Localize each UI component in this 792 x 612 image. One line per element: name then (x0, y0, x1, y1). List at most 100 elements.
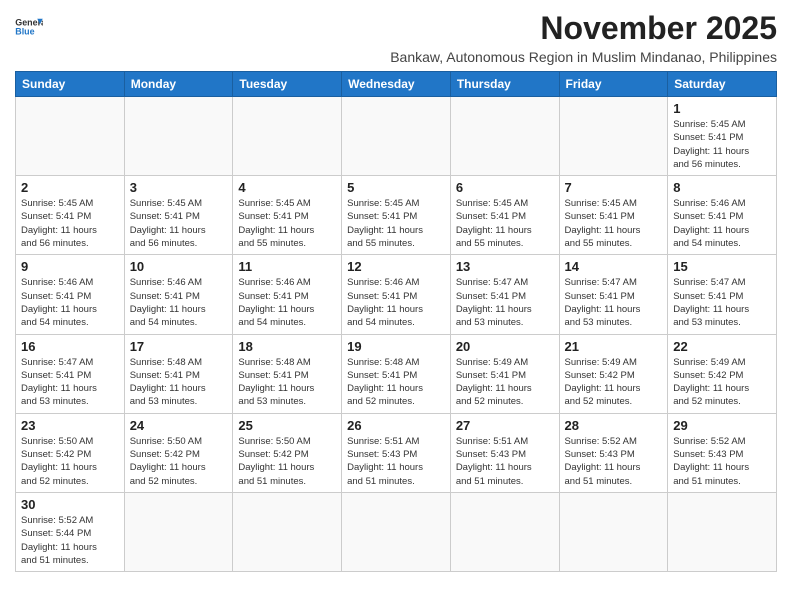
day-info: Sunrise: 5:45 AM Sunset: 5:41 PM Dayligh… (238, 197, 336, 250)
calendar-cell: 28 Sunrise: 5:52 AM Sunset: 5:43 PM Dayli… (559, 413, 668, 492)
day-number: 15 (673, 259, 771, 274)
day-info: Sunrise: 5:47 AM Sunset: 5:41 PM Dayligh… (565, 276, 663, 329)
day-info: Sunrise: 5:50 AM Sunset: 5:42 PM Dayligh… (21, 435, 119, 488)
day-info: Sunrise: 5:45 AM Sunset: 5:41 PM Dayligh… (456, 197, 554, 250)
weekday-header-saturday: Saturday (668, 72, 777, 97)
day-number: 20 (456, 339, 554, 354)
day-info: Sunrise: 5:48 AM Sunset: 5:41 PM Dayligh… (238, 356, 336, 409)
calendar-cell (559, 492, 668, 571)
day-number: 25 (238, 418, 336, 433)
day-number: 13 (456, 259, 554, 274)
page-header: General Blue November 2025 Bankaw, Auton… (15, 10, 777, 65)
calendar-cell: 20 Sunrise: 5:49 AM Sunset: 5:41 PM Dayli… (450, 334, 559, 413)
day-number: 28 (565, 418, 663, 433)
day-number: 21 (565, 339, 663, 354)
day-info: Sunrise: 5:46 AM Sunset: 5:41 PM Dayligh… (347, 276, 445, 329)
day-info: Sunrise: 5:51 AM Sunset: 5:43 PM Dayligh… (456, 435, 554, 488)
calendar-cell: 1 Sunrise: 5:45 AM Sunset: 5:41 PM Daylig… (668, 97, 777, 176)
calendar-cell: 24 Sunrise: 5:50 AM Sunset: 5:42 PM Dayli… (124, 413, 233, 492)
calendar-cell: 13 Sunrise: 5:47 AM Sunset: 5:41 PM Dayli… (450, 255, 559, 334)
calendar-cell: 16 Sunrise: 5:47 AM Sunset: 5:41 PM Dayli… (16, 334, 125, 413)
day-number: 24 (130, 418, 228, 433)
day-number: 30 (21, 497, 119, 512)
calendar-cell: 29Sunrise: 5:52 AM Sunset: 5:43 PM Dayli… (668, 413, 777, 492)
calendar-cell (124, 97, 233, 176)
day-number: 16 (21, 339, 119, 354)
calendar-week-row: 1 Sunrise: 5:45 AM Sunset: 5:41 PM Daylig… (16, 97, 777, 176)
calendar-cell (559, 97, 668, 176)
calendar-cell: 8 Sunrise: 5:46 AM Sunset: 5:41 PM Daylig… (668, 176, 777, 255)
day-info: Sunrise: 5:47 AM Sunset: 5:41 PM Dayligh… (673, 276, 771, 329)
day-number: 29 (673, 418, 771, 433)
calendar-cell: 23 Sunrise: 5:50 AM Sunset: 5:42 PM Dayli… (16, 413, 125, 492)
weekday-header-sunday: Sunday (16, 72, 125, 97)
calendar-cell: 18 Sunrise: 5:48 AM Sunset: 5:41 PM Dayli… (233, 334, 342, 413)
day-number: 23 (21, 418, 119, 433)
calendar-week-row: 23 Sunrise: 5:50 AM Sunset: 5:42 PM Dayli… (16, 413, 777, 492)
calendar-cell: 22 Sunrise: 5:49 AM Sunset: 5:42 PM Dayli… (668, 334, 777, 413)
logo-icon: General Blue (15, 16, 43, 38)
calendar-cell (342, 97, 451, 176)
day-info: Sunrise: 5:47 AM Sunset: 5:41 PM Dayligh… (21, 356, 119, 409)
day-number: 5 (347, 180, 445, 195)
calendar-cell: 9 Sunrise: 5:46 AM Sunset: 5:41 PM Daylig… (16, 255, 125, 334)
calendar-cell (124, 492, 233, 571)
day-info: Sunrise: 5:45 AM Sunset: 5:41 PM Dayligh… (673, 118, 771, 171)
day-info: Sunrise: 5:48 AM Sunset: 5:41 PM Dayligh… (347, 356, 445, 409)
calendar-cell: 19Sunrise: 5:48 AM Sunset: 5:41 PM Dayli… (342, 334, 451, 413)
calendar-cell: 30 Sunrise: 5:52 AM Sunset: 5:44 PM Dayli… (16, 492, 125, 571)
calendar-cell: 21 Sunrise: 5:49 AM Sunset: 5:42 PM Dayli… (559, 334, 668, 413)
day-number: 3 (130, 180, 228, 195)
day-info: Sunrise: 5:50 AM Sunset: 5:42 PM Dayligh… (130, 435, 228, 488)
calendar-cell (668, 492, 777, 571)
month-title: November 2025 (390, 10, 777, 47)
day-number: 4 (238, 180, 336, 195)
day-info: Sunrise: 5:52 AM Sunset: 5:43 PM Dayligh… (565, 435, 663, 488)
day-info: Sunrise: 5:45 AM Sunset: 5:41 PM Dayligh… (130, 197, 228, 250)
calendar-cell: 11Sunrise: 5:46 AM Sunset: 5:41 PM Dayli… (233, 255, 342, 334)
calendar-cell: 27 Sunrise: 5:51 AM Sunset: 5:43 PM Dayli… (450, 413, 559, 492)
weekday-header-tuesday: Tuesday (233, 72, 342, 97)
day-number: 18 (238, 339, 336, 354)
day-number: 7 (565, 180, 663, 195)
day-info: Sunrise: 5:46 AM Sunset: 5:41 PM Dayligh… (238, 276, 336, 329)
day-info: Sunrise: 5:49 AM Sunset: 5:42 PM Dayligh… (673, 356, 771, 409)
calendar-week-row: 30 Sunrise: 5:52 AM Sunset: 5:44 PM Dayli… (16, 492, 777, 571)
calendar-cell: 17Sunrise: 5:48 AM Sunset: 5:41 PM Dayli… (124, 334, 233, 413)
day-info: Sunrise: 5:49 AM Sunset: 5:42 PM Dayligh… (565, 356, 663, 409)
day-number: 27 (456, 418, 554, 433)
day-number: 22 (673, 339, 771, 354)
calendar-cell: 4 Sunrise: 5:45 AM Sunset: 5:41 PM Daylig… (233, 176, 342, 255)
day-number: 26 (347, 418, 445, 433)
day-info: Sunrise: 5:47 AM Sunset: 5:41 PM Dayligh… (456, 276, 554, 329)
weekday-header-thursday: Thursday (450, 72, 559, 97)
day-info: Sunrise: 5:52 AM Sunset: 5:44 PM Dayligh… (21, 514, 119, 567)
day-info: Sunrise: 5:46 AM Sunset: 5:41 PM Dayligh… (21, 276, 119, 329)
calendar-cell: 5Sunrise: 5:45 AM Sunset: 5:41 PM Daylig… (342, 176, 451, 255)
day-number: 14 (565, 259, 663, 274)
day-number: 8 (673, 180, 771, 195)
day-info: Sunrise: 5:51 AM Sunset: 5:43 PM Dayligh… (347, 435, 445, 488)
calendar-cell (233, 492, 342, 571)
calendar-cell: 6 Sunrise: 5:45 AM Sunset: 5:41 PM Daylig… (450, 176, 559, 255)
title-area: November 2025 Bankaw, Autonomous Region … (390, 10, 777, 65)
day-info: Sunrise: 5:45 AM Sunset: 5:41 PM Dayligh… (21, 197, 119, 250)
day-number: 6 (456, 180, 554, 195)
calendar-week-row: 9 Sunrise: 5:46 AM Sunset: 5:41 PM Daylig… (16, 255, 777, 334)
calendar-cell: 10 Sunrise: 5:46 AM Sunset: 5:41 PM Dayli… (124, 255, 233, 334)
calendar-cell (450, 97, 559, 176)
svg-text:Blue: Blue (15, 27, 34, 37)
calendar-cell (450, 492, 559, 571)
day-number: 9 (21, 259, 119, 274)
calendar-cell (342, 492, 451, 571)
day-info: Sunrise: 5:46 AM Sunset: 5:41 PM Dayligh… (130, 276, 228, 329)
calendar-week-row: 2Sunrise: 5:45 AM Sunset: 5:41 PM Daylig… (16, 176, 777, 255)
day-info: Sunrise: 5:49 AM Sunset: 5:41 PM Dayligh… (456, 356, 554, 409)
calendar-cell (233, 97, 342, 176)
weekday-header-friday: Friday (559, 72, 668, 97)
day-info: Sunrise: 5:48 AM Sunset: 5:41 PM Dayligh… (130, 356, 228, 409)
day-info: Sunrise: 5:46 AM Sunset: 5:41 PM Dayligh… (673, 197, 771, 250)
day-number: 10 (130, 259, 228, 274)
day-number: 1 (673, 101, 771, 116)
day-info: Sunrise: 5:50 AM Sunset: 5:42 PM Dayligh… (238, 435, 336, 488)
